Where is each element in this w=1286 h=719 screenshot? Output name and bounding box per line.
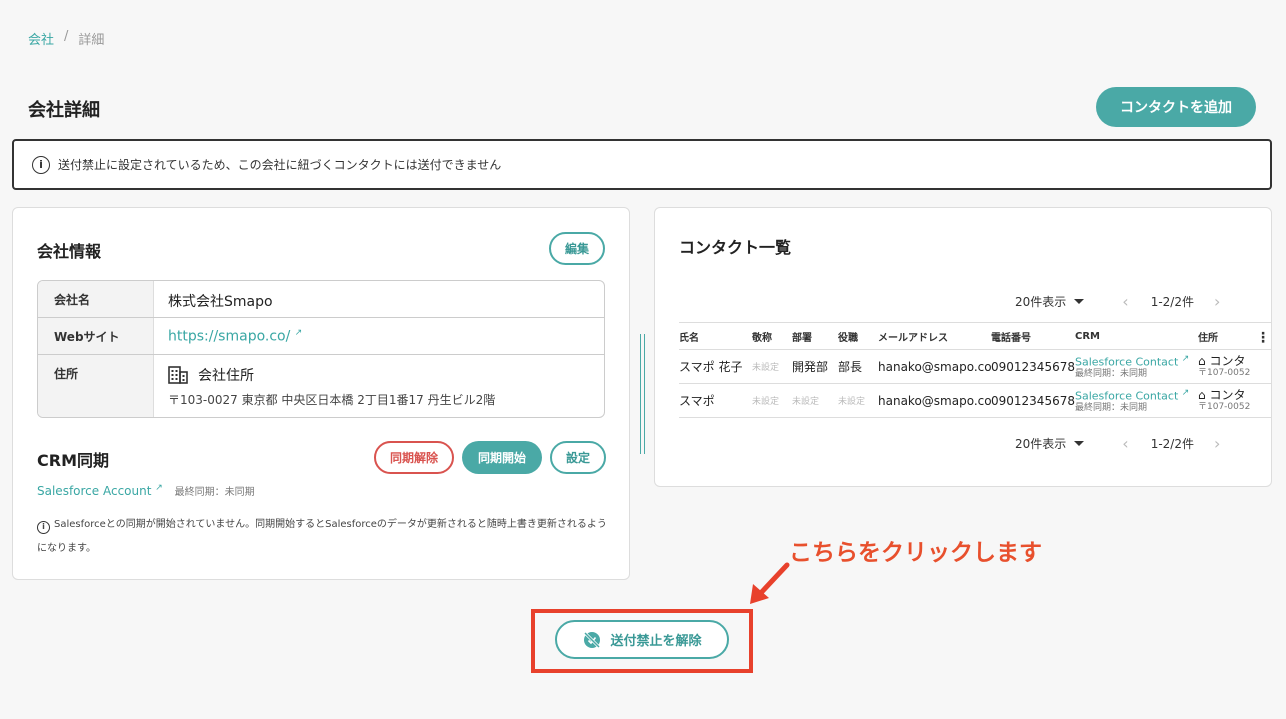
- alert-text: 送付禁止に設定されているため、この会社に紐づくコンタクトには送付できません: [58, 158, 502, 172]
- contact-list-card: コンタクト一覧 20件表示 ‹ 1-2/2件 › ⋮ 氏名 敬称 部署 役職 メ…: [654, 207, 1272, 487]
- address-value: 会社住所 〒103-0027 東京都 中央区日本橋 2丁目1番17 丹生ビル2階: [154, 355, 496, 417]
- contact-table-header: 氏名 敬称 部署 役職 メールアドレス 電話番号 CRM 住所: [679, 322, 1271, 350]
- home-icon: ⌂: [1198, 353, 1206, 368]
- crm-settings-button[interactable]: 設定: [550, 441, 606, 474]
- table-row[interactable]: スマポ 花子 未設定 開発部 部長 hanako@smapo.co 090123…: [679, 350, 1271, 384]
- contact-list-title: コンタクト一覧: [679, 238, 792, 257]
- crm-sync-title: CRM同期: [37, 451, 109, 470]
- unblock-send-label: 送付禁止を解除: [610, 634, 702, 649]
- col-honorific: 敬称: [752, 332, 772, 344]
- chevron-down-icon[interactable]: [1074, 299, 1085, 304]
- company-name-label: 会社名: [38, 281, 154, 317]
- contact-table: 氏名 敬称 部署 役職 メールアドレス 電話番号 CRM 住所 スマポ 花子 未…: [679, 322, 1271, 418]
- contact-email: hanako@smapo.co: [878, 393, 992, 408]
- col-dept: 部署: [792, 332, 812, 344]
- contact-email: hanako@smapo.co: [878, 359, 992, 374]
- website-row: Webサイト https://smapo.co/ ↗: [38, 318, 604, 355]
- col-name: 氏名: [679, 332, 699, 344]
- contact-address: ⌂ コンタ 〒107-0052: [1198, 354, 1258, 379]
- website-label: Webサイト: [38, 318, 154, 354]
- contact-address: ⌂ コンタ 〒107-0052: [1198, 388, 1258, 413]
- col-email: メールアドレス: [878, 332, 948, 344]
- company-name-value: 株式会社Smapo: [168, 294, 273, 310]
- next-page-icon[interactable]: ›: [1214, 434, 1220, 453]
- contact-honorific: 未設定: [752, 397, 780, 407]
- salesforce-contact-link[interactable]: Salesforce Contact: [1075, 355, 1178, 368]
- breadcrumb: 会社 / 詳細: [28, 29, 104, 48]
- col-crm: CRM: [1075, 330, 1100, 342]
- website-link[interactable]: https://smapo.co/: [168, 329, 290, 345]
- contact-name: スマポ: [679, 394, 715, 408]
- contact-position: 未設定: [838, 397, 866, 407]
- page-title: 会社詳細: [28, 100, 100, 121]
- info-icon: i: [32, 155, 50, 174]
- external-link-icon: ↗: [1181, 387, 1190, 398]
- page-range: 1-2/2件: [1150, 437, 1194, 451]
- company-info-table: 会社名 株式会社Smapo Webサイト https://smapo.co/ ↗…: [37, 280, 605, 418]
- address-name: 会社住所: [198, 368, 254, 384]
- contact-name: スマポ 花子: [679, 360, 743, 374]
- panel-resize-handle[interactable]: [640, 334, 645, 454]
- contact-honorific: 未設定: [752, 363, 780, 373]
- sync-start-button[interactable]: 同期開始: [462, 441, 542, 474]
- block-off-icon: [584, 631, 601, 648]
- contact-crm-sync: 最終同期：未同期: [1075, 402, 1148, 413]
- breadcrumb-current: 詳細: [78, 33, 105, 48]
- chevron-down-icon[interactable]: [1074, 441, 1085, 446]
- page-size-select[interactable]: 20件表示: [1015, 293, 1066, 310]
- company-info-card: 会社情報 編集 会社名 株式会社Smapo Webサイト https://sma…: [12, 207, 630, 580]
- contact-dept: 開発部: [792, 360, 829, 374]
- prev-page-icon[interactable]: ‹: [1122, 292, 1128, 311]
- col-phone: 電話番号: [991, 332, 1031, 344]
- contact-crm: Salesforce Contact ↗ 最終同期：未同期: [1075, 354, 1198, 380]
- breadcrumb-company-link[interactable]: 会社: [28, 29, 54, 48]
- unsync-button[interactable]: 同期解除: [374, 441, 454, 474]
- contact-crm: Salesforce Contact ↗ 最終同期：未同期: [1075, 388, 1198, 414]
- pagination-bottom: 20件表示 ‹ 1-2/2件 ›: [1015, 434, 1220, 453]
- crm-account-line: Salesforce Account ↗ 最終同期：未同期: [37, 483, 255, 498]
- breadcrumb-separator: /: [64, 29, 69, 44]
- home-icon: ⌂: [1198, 387, 1206, 402]
- salesforce-account-link[interactable]: Salesforce Account: [37, 484, 151, 498]
- address-detail: 〒103-0027 東京都 中央区日本橋 2丁目1番17 丹生ビル2階: [168, 393, 496, 407]
- salesforce-contact-link[interactable]: Salesforce Contact: [1075, 389, 1178, 402]
- col-address: 住所: [1198, 332, 1218, 344]
- crm-last-sync: 最終同期：未同期: [174, 487, 255, 498]
- contact-postal: 〒107-0052: [1198, 368, 1251, 379]
- building-icon: [168, 366, 188, 384]
- annotation-arrow-icon: [750, 562, 790, 604]
- contact-dept: 未設定: [792, 397, 820, 407]
- external-link-icon: ↗: [1181, 353, 1190, 364]
- website-value: https://smapo.co/ ↗: [154, 318, 302, 354]
- page-size-select[interactable]: 20件表示: [1015, 435, 1066, 452]
- contact-address-name: コンタ: [1209, 353, 1246, 368]
- contact-crm-sync: 最終同期：未同期: [1075, 368, 1148, 379]
- company-name-row: 会社名 株式会社Smapo: [38, 281, 604, 318]
- pagination-top: 20件表示 ‹ 1-2/2件 ›: [1015, 292, 1220, 311]
- contact-phone: 09012345678: [991, 359, 1075, 374]
- annotation-callout: こちらをクリックします: [789, 540, 1042, 566]
- crm-note: i Salesforceとの同期が開始されていません。同期開始するとSalesfo…: [37, 513, 607, 561]
- prev-page-icon[interactable]: ‹: [1122, 434, 1128, 453]
- table-row[interactable]: スマポ 未設定 未設定 未設定 hanako@smapo.co 09012345…: [679, 384, 1271, 418]
- next-page-icon[interactable]: ›: [1214, 292, 1220, 311]
- col-position: 役職: [838, 332, 858, 344]
- external-link-icon: ↗: [155, 483, 163, 493]
- crm-note-text: Salesforceとの同期が開始されていません。同期開始するとSalesfor…: [37, 519, 607, 554]
- external-link-icon: ↗: [294, 328, 303, 338]
- edit-button[interactable]: 編集: [549, 232, 605, 265]
- more-options-icon[interactable]: ⋮: [1253, 330, 1271, 346]
- unblock-send-button[interactable]: 送付禁止を解除: [555, 620, 729, 659]
- send-blocked-alert: i 送付禁止に設定されているため、この会社に紐づくコンタクトには送付できません: [12, 139, 1272, 190]
- address-label: 住所: [38, 355, 154, 417]
- address-row: 住所 会社住所 〒103-0027 東京都 中央区日本橋 2丁目1番17 丹生ビ…: [38, 355, 604, 417]
- add-contact-button[interactable]: コンタクトを追加: [1096, 87, 1256, 127]
- page-range: 1-2/2件: [1150, 295, 1194, 309]
- info-icon: i: [37, 520, 50, 534]
- company-info-title: 会社情報: [37, 242, 102, 261]
- contact-phone: 09012345678: [991, 393, 1075, 408]
- contact-position: 部長: [838, 360, 863, 374]
- contact-postal: 〒107-0052: [1198, 402, 1251, 413]
- contact-address-name: コンタ: [1209, 387, 1246, 402]
